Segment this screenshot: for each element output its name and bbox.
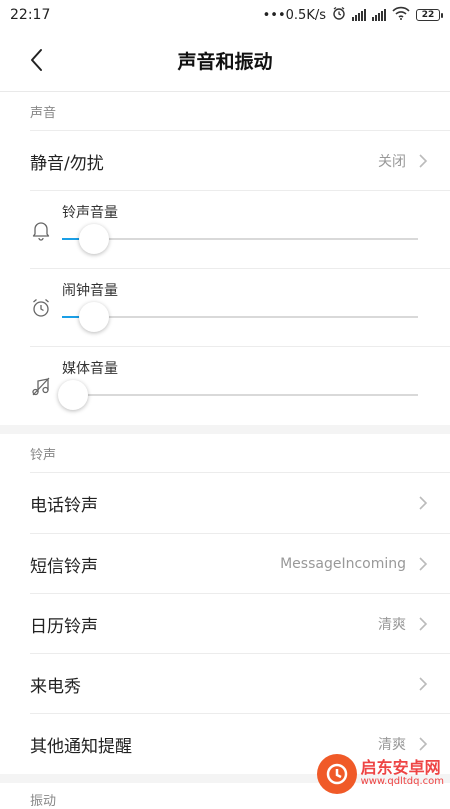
watermark-title: 启东安卓网 bbox=[360, 758, 441, 778]
section-title-sound: 声音 bbox=[30, 106, 57, 121]
wifi-icon bbox=[392, 6, 410, 24]
caller-show-row[interactable]: 来电秀 bbox=[0, 654, 450, 714]
chevron-right-icon bbox=[418, 616, 428, 632]
media-volume-thumb[interactable] bbox=[57, 380, 88, 410]
header: 声音和振动 bbox=[0, 30, 450, 90]
other-notification-value: 清爽 bbox=[378, 737, 406, 753]
calendar-ringtone-value: 清爽 bbox=[378, 617, 406, 633]
chevron-right-icon bbox=[418, 495, 428, 511]
sms-ringtone-label: 短信铃声 bbox=[30, 556, 98, 577]
other-notification-label: 其他通知提醒 bbox=[30, 736, 132, 757]
ring-volume-slider[interactable] bbox=[62, 224, 418, 254]
chevron-right-icon bbox=[418, 676, 428, 692]
watermark: 启东安卓网 www.qdltdq.com bbox=[316, 754, 444, 794]
media-volume-slider[interactable] bbox=[57, 380, 418, 410]
alarm-volume-label: 闹钟音量 bbox=[62, 283, 118, 299]
music-note-icon bbox=[32, 377, 50, 396]
mute-dnd-label: 静音/勿扰 bbox=[30, 153, 104, 174]
ring-volume-label: 铃声音量 bbox=[62, 205, 118, 221]
calendar-ringtone-row[interactable]: 日历铃声 清爽 bbox=[0, 594, 450, 654]
alarm-status-icon bbox=[332, 6, 346, 24]
alarm-volume-thumb[interactable] bbox=[79, 302, 110, 332]
signal-icon bbox=[352, 9, 366, 21]
media-volume-label: 媒体音量 bbox=[62, 361, 118, 377]
bell-icon bbox=[32, 222, 50, 241]
chevron-right-icon bbox=[418, 556, 428, 572]
alarm-volume-slider[interactable] bbox=[62, 302, 418, 332]
media-volume-row: 媒体音量 bbox=[0, 347, 450, 425]
ring-volume-thumb[interactable] bbox=[79, 224, 110, 254]
mute-dnd-value: 关闭 bbox=[378, 154, 406, 170]
phone-ringtone-label: 电话铃声 bbox=[30, 495, 98, 516]
battery-level: 22 bbox=[421, 10, 435, 20]
calendar-ringtone-label: 日历铃声 bbox=[30, 616, 98, 637]
section-title-ringtone: 铃声 bbox=[30, 448, 57, 463]
section-gap bbox=[0, 425, 450, 434]
ring-volume-row: 铃声音量 bbox=[0, 191, 450, 269]
alarm-clock-icon bbox=[33, 299, 49, 317]
header-divider bbox=[0, 91, 450, 92]
caller-show-label: 来电秀 bbox=[30, 676, 81, 697]
battery-icon: 22 bbox=[416, 9, 443, 21]
alarm-volume-row: 闹钟音量 bbox=[0, 269, 450, 347]
status-time: 22:17 bbox=[10, 7, 51, 23]
status-bar: 22:17 •••0.5K/s 22 bbox=[0, 0, 450, 30]
status-icons: •••0.5K/s 22 bbox=[262, 6, 443, 24]
mute-dnd-row[interactable]: 静音/勿扰 关闭 bbox=[0, 131, 450, 191]
chevron-right-icon bbox=[418, 736, 428, 752]
sms-ringtone-row[interactable]: 短信铃声 MessageIncoming bbox=[0, 534, 450, 594]
signal-icon-2 bbox=[372, 9, 386, 21]
chevron-right-icon bbox=[418, 153, 428, 169]
watermark-text: 启东安卓网 www.qdltdq.com bbox=[361, 760, 444, 787]
page-title: 声音和振动 bbox=[177, 50, 273, 73]
back-button[interactable] bbox=[22, 46, 50, 74]
network-speed: •••0.5K/s bbox=[262, 7, 326, 23]
chevron-left-icon bbox=[31, 49, 42, 71]
watermark-url: www.qdltdq.com bbox=[360, 776, 444, 788]
sms-ringtone-value: MessageIncoming bbox=[280, 556, 406, 572]
phone-ringtone-row[interactable]: 电话铃声 bbox=[0, 473, 450, 533]
watermark-logo-icon bbox=[316, 754, 357, 794]
